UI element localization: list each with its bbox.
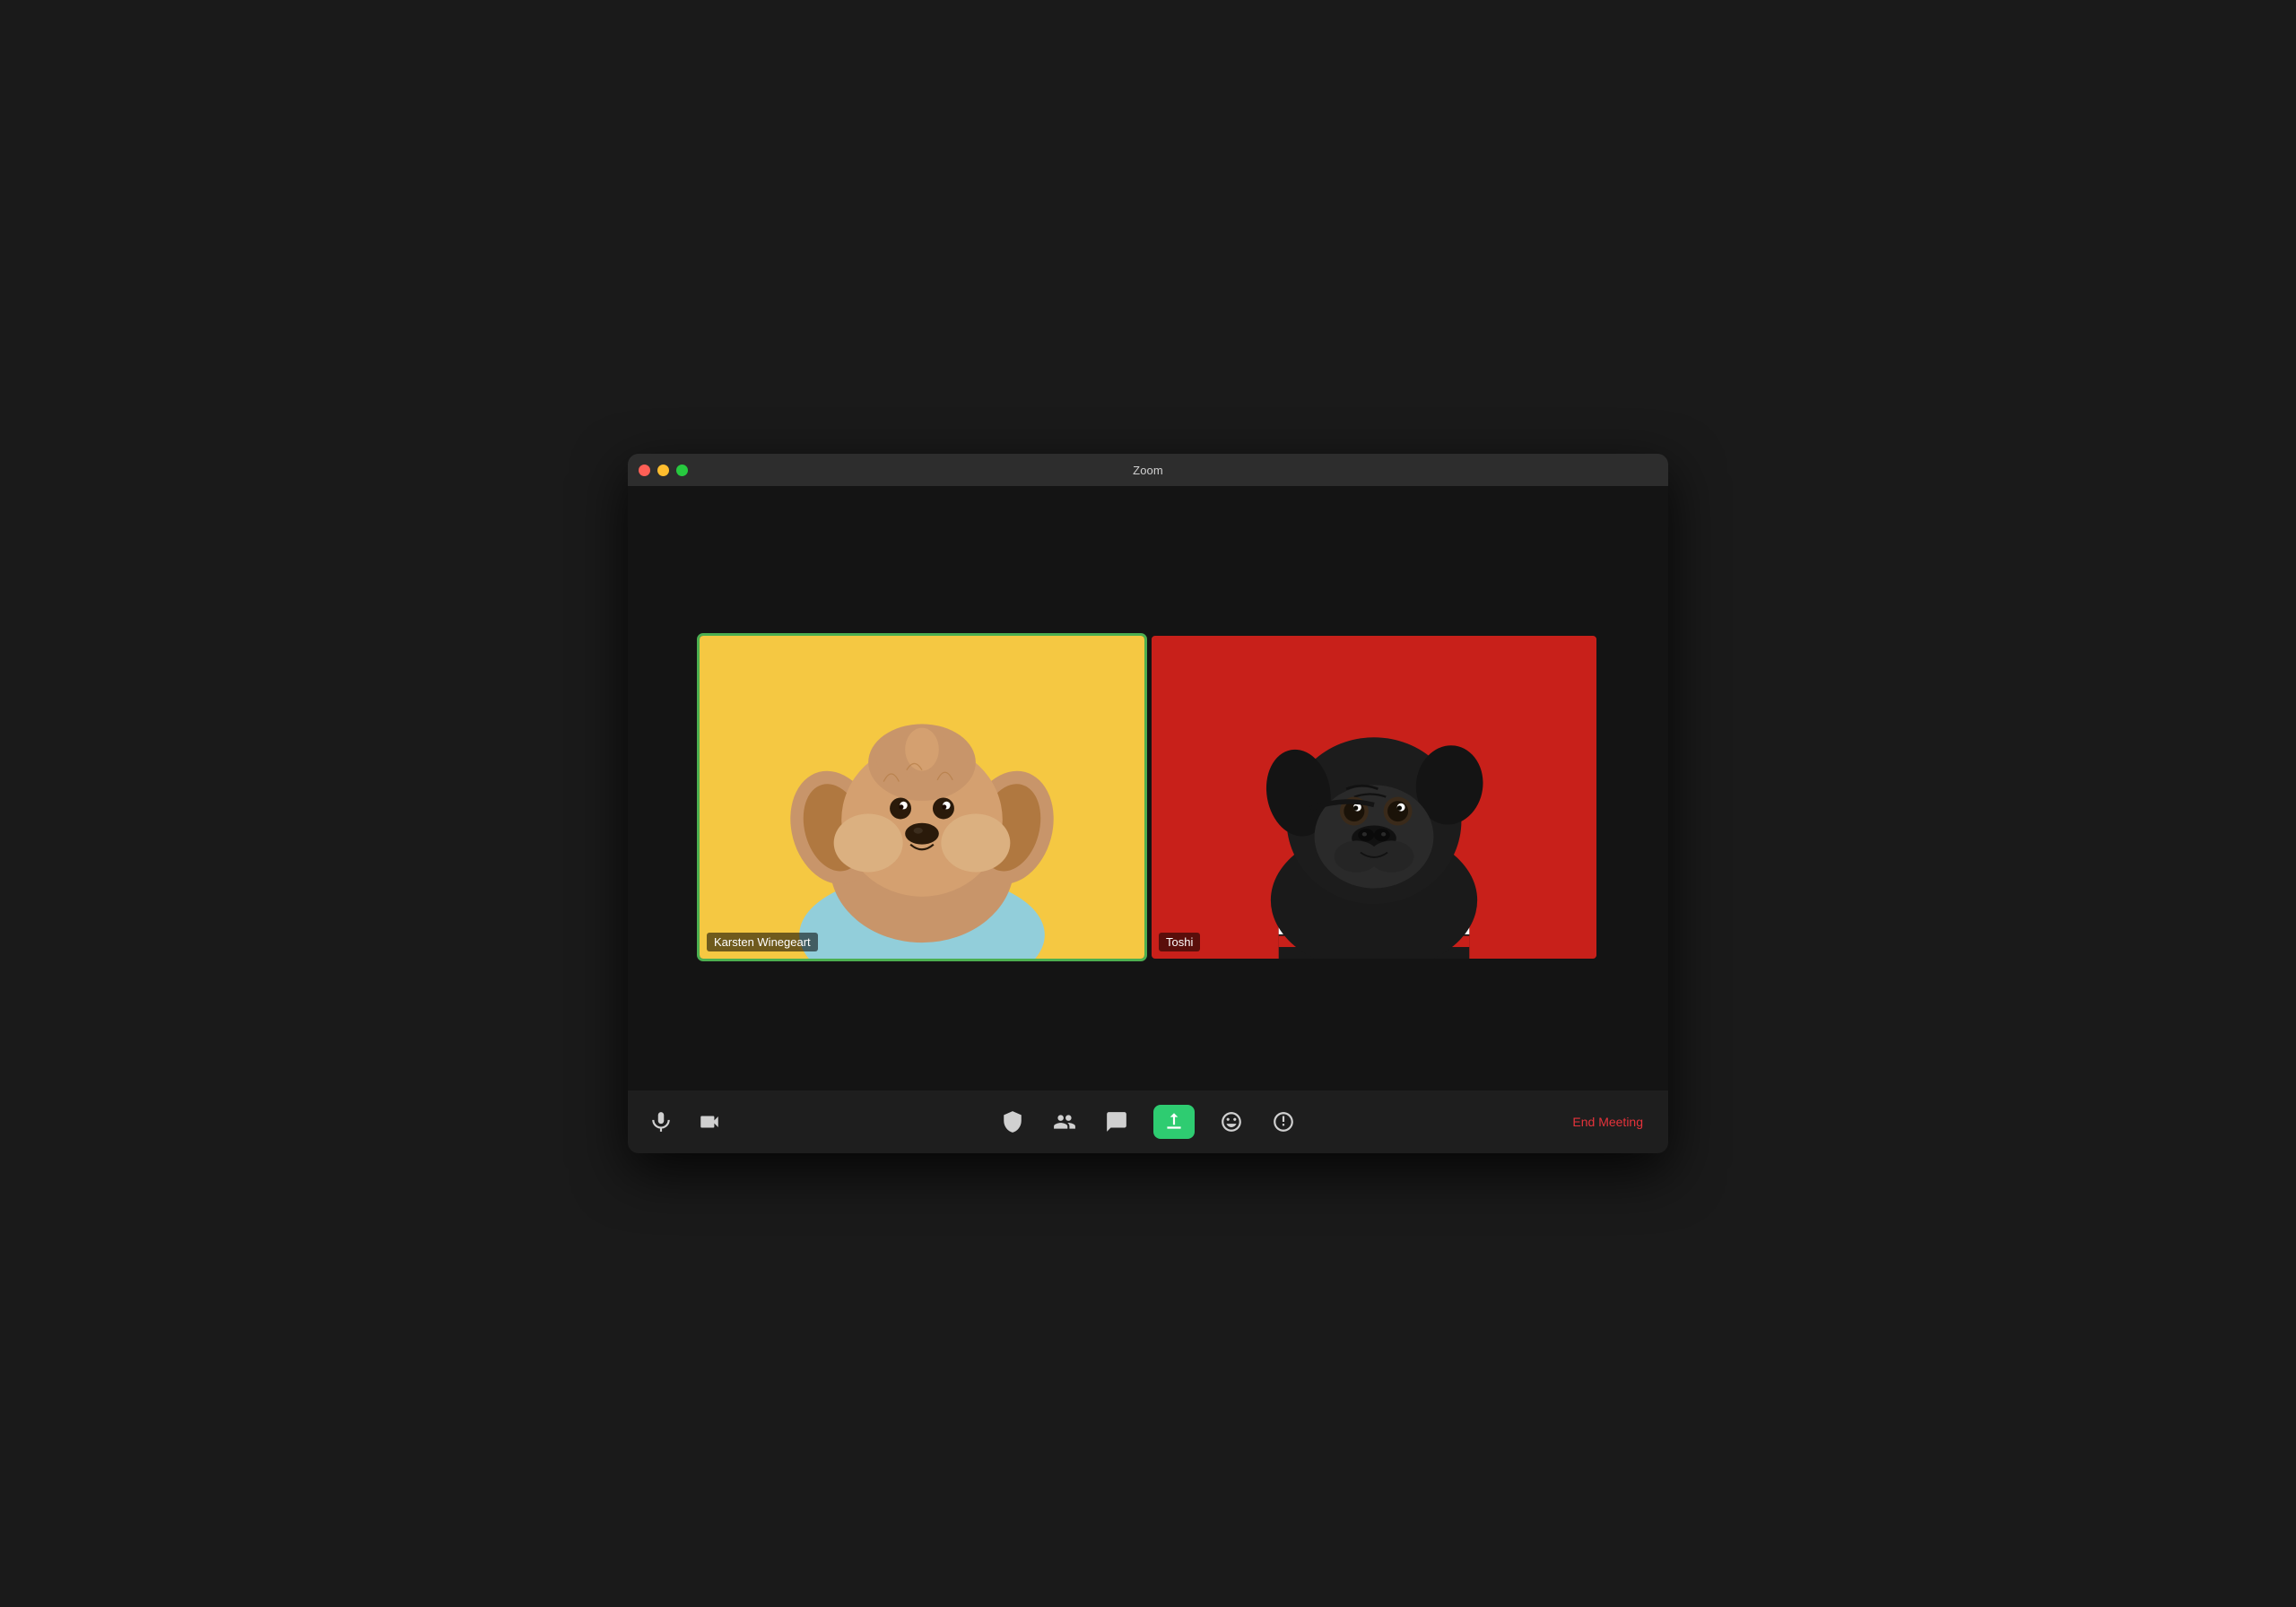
reactions-icon [1220, 1110, 1243, 1134]
apps-button[interactable] [1268, 1107, 1299, 1137]
close-button[interactable] [639, 465, 650, 476]
minimize-button[interactable] [657, 465, 669, 476]
maximize-button[interactable] [676, 465, 688, 476]
mute-button[interactable] [646, 1107, 676, 1137]
video-button[interactable] [694, 1107, 725, 1137]
end-meeting-button[interactable]: End Meeting [1565, 1111, 1650, 1133]
titlebar: Zoom [628, 454, 1668, 486]
toolbar-center [997, 1105, 1299, 1139]
participant-name-karsten: Karsten Winegeart [707, 933, 818, 951]
video-camera-icon [698, 1110, 721, 1134]
video-tile-toshi[interactable]: Toshi [1152, 636, 1596, 958]
toolbar: End Meeting [628, 1090, 1668, 1153]
zoom-window: Zoom [628, 454, 1668, 1153]
video-area: Karsten Winegeart [628, 486, 1668, 1090]
microphone-icon [649, 1110, 673, 1134]
video-grid: Karsten Winegeart [700, 636, 1596, 958]
video-tile-karsten[interactable]: Karsten Winegeart [700, 636, 1144, 958]
participants-icon [1053, 1110, 1076, 1134]
chat-button[interactable] [1101, 1107, 1132, 1137]
participants-button[interactable] [1049, 1107, 1080, 1137]
window-title: Zoom [1133, 464, 1163, 477]
security-icon [1001, 1110, 1024, 1134]
content-area: Karsten Winegeart [628, 486, 1668, 1153]
share-screen-button[interactable] [1153, 1105, 1195, 1139]
apps-icon [1272, 1110, 1295, 1134]
security-button[interactable] [997, 1107, 1028, 1137]
toolbar-left [646, 1107, 725, 1137]
chat-icon [1105, 1110, 1128, 1134]
toolbar-right: End Meeting [1565, 1111, 1650, 1133]
participant-name-toshi: Toshi [1159, 933, 1200, 951]
share-screen-icon [1162, 1110, 1186, 1134]
traffic-lights [639, 465, 688, 476]
reactions-button[interactable] [1216, 1107, 1247, 1137]
